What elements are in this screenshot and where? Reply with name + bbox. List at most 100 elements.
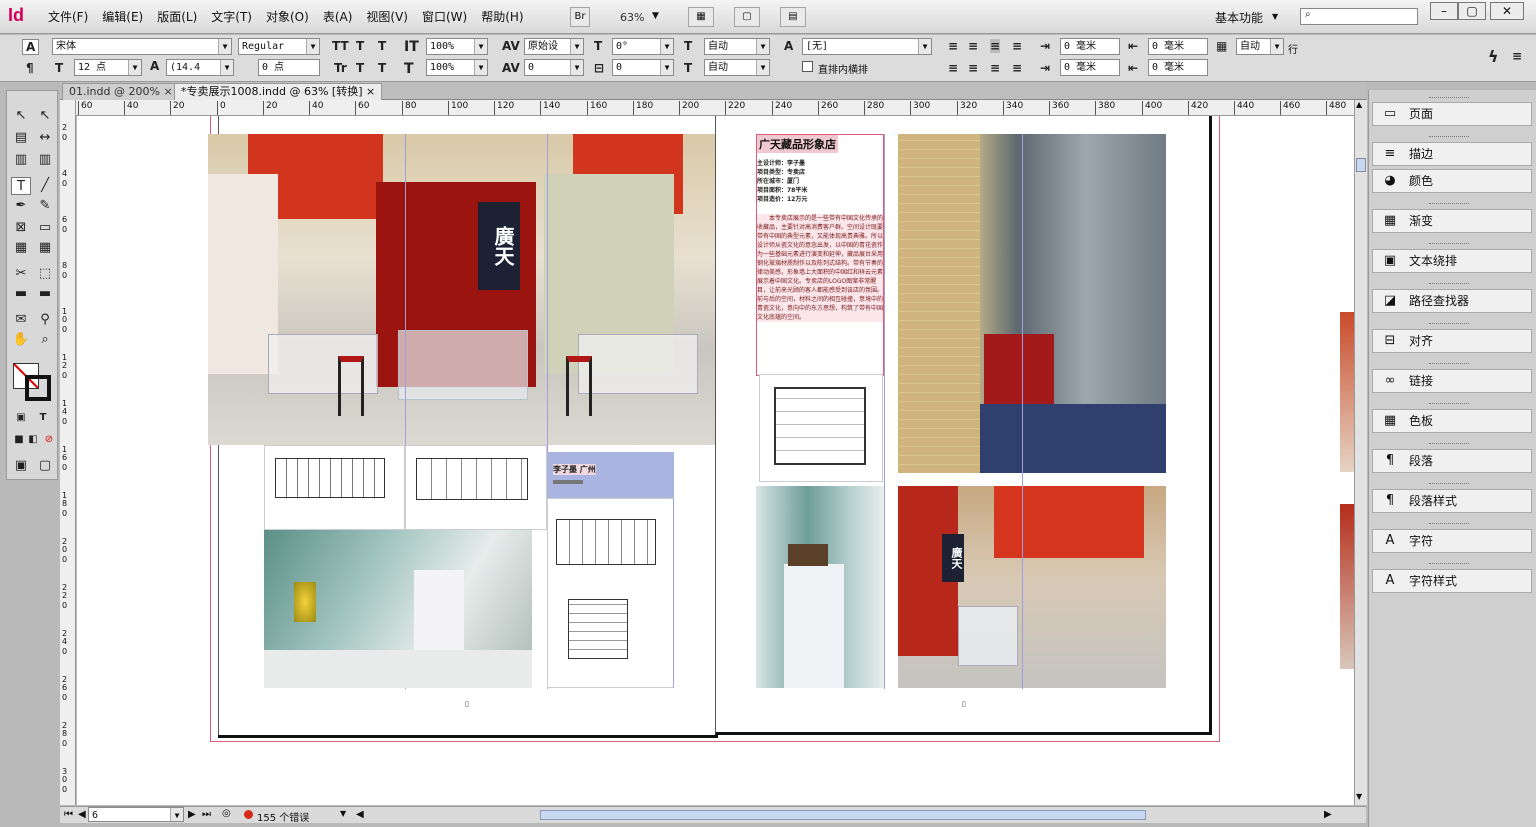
panel-character[interactable]: A 字符: [1372, 529, 1532, 553]
type-tool-icon[interactable]: T: [11, 177, 31, 195]
justify-right-icon[interactable]: ≡: [990, 61, 1000, 75]
subscript-icon[interactable]: T: [356, 61, 364, 75]
kerning-field[interactable]: 原始设 ▼: [524, 38, 584, 55]
superscript-icon[interactable]: T: [356, 39, 364, 53]
hand-tool-icon[interactable]: ✋: [11, 331, 31, 349]
scissors-tool-icon[interactable]: ✂: [11, 265, 31, 283]
lightning-icon[interactable]: ϟ: [1488, 47, 1499, 66]
workspace-switcher[interactable]: 基本功能: [1215, 9, 1263, 26]
scroll-right-icon[interactable]: ▶: [1324, 809, 1332, 820]
align-towards-spine-icon[interactable]: ≡: [1012, 39, 1022, 53]
pencil-tool-icon[interactable]: ✎: [35, 197, 55, 215]
next-page-icon[interactable]: ▶: [188, 809, 196, 820]
formatting-container-icon[interactable]: ▣: [11, 409, 31, 427]
preflight-icon[interactable]: ◎: [222, 808, 231, 819]
menu-window[interactable]: 窗口(W): [422, 8, 467, 25]
skew-field[interactable]: 0° ▼: [612, 38, 674, 55]
close-tab-icon[interactable]: ×: [163, 85, 172, 98]
preflight-menu-icon[interactable]: ▼: [340, 809, 346, 818]
store-interior-photo-main[interactable]: 廣天: [208, 134, 715, 445]
gradient-swatch-tool-icon[interactable]: ▬: [11, 285, 31, 303]
underline-icon[interactable]: T: [378, 39, 386, 53]
panel-pages[interactable]: ▭ 页面: [1372, 102, 1532, 126]
error-count[interactable]: 155 个错误: [257, 809, 309, 824]
align-center-icon[interactable]: ≡: [968, 39, 978, 53]
panel-color[interactable]: ◕ 颜色: [1372, 169, 1532, 193]
panel-paragraph-styles[interactable]: ¶ 段落样式: [1372, 489, 1532, 513]
font-size-field[interactable]: 12 点 ▼: [74, 59, 142, 76]
panel-gradient[interactable]: ▦ 渐变: [1372, 209, 1532, 233]
justify-all-icon[interactable]: ≡: [1012, 61, 1022, 75]
minimize-button[interactable]: –: [1430, 2, 1458, 20]
display-wall-photo[interactable]: [756, 486, 884, 688]
left-indent-field[interactable]: 0 毫米: [1060, 38, 1120, 55]
rotate-field[interactable]: 0 ▼: [612, 59, 674, 76]
panel-pathfinder[interactable]: ◪ 路径查找器: [1372, 289, 1532, 313]
gap-tool-icon[interactable]: ↔: [35, 129, 55, 147]
first-line-indent-field[interactable]: 0 毫米: [1060, 59, 1120, 76]
panel-align[interactable]: ⊟ 对齐: [1372, 329, 1532, 353]
panel-character-styles[interactable]: A 字符样式: [1372, 569, 1532, 593]
preview-mode-icon[interactable]: ▢: [35, 457, 55, 475]
last-line-indent-field[interactable]: 0 毫米: [1148, 59, 1208, 76]
arrange-documents-icon[interactable]: ▤: [780, 7, 806, 27]
bridge-button[interactable]: Br: [570, 7, 590, 27]
content-collector-icon[interactable]: ▥: [11, 151, 31, 169]
scroll-down-icon[interactable]: ▼: [1356, 792, 1362, 801]
zoom-level[interactable]: 63%: [620, 11, 644, 24]
grid-auto-field[interactable]: 自动 ▼: [1236, 38, 1284, 55]
section-drawings[interactable]: [547, 498, 674, 688]
menu-table[interactable]: 表(A): [323, 8, 353, 25]
pen-tool-icon[interactable]: ✒: [11, 197, 31, 215]
horizontal-scale-field[interactable]: 100% ▼: [426, 59, 488, 76]
panel-menu-icon[interactable]: ≡: [1512, 49, 1522, 63]
elevation-drawing-2[interactable]: [405, 445, 547, 530]
store-entrance-photo[interactable]: 廣天: [898, 486, 1166, 688]
scroll-up-icon[interactable]: ▲: [1356, 100, 1362, 109]
gradient-feather-tool-icon[interactable]: ▬: [35, 285, 55, 303]
zoom-tool-icon[interactable]: ⌕: [35, 331, 55, 349]
stroke-swatch[interactable]: [25, 375, 51, 401]
horizontal-grid-tool-icon[interactable]: ▦: [11, 239, 31, 257]
justify-center-icon[interactable]: ≡: [968, 61, 978, 75]
paragraph-mode-button[interactable]: ¶: [26, 61, 34, 75]
panel-swatches[interactable]: ▦ 色板: [1372, 409, 1532, 433]
strikethrough-icon[interactable]: T: [378, 61, 386, 75]
eyedropper-tool-icon[interactable]: ⚲: [35, 311, 55, 329]
vertical-ruler[interactable]: 2 0 4 0 6 0 8 0 10 0 12 0 14 0 16 0 18 0…: [60, 100, 76, 805]
menu-type[interactable]: 文字(T): [211, 8, 252, 25]
page-number-field[interactable]: 6 ▼: [88, 807, 184, 822]
menu-help[interactable]: 帮助(H): [481, 8, 523, 25]
first-page-icon[interactable]: ⏮: [64, 809, 73, 820]
font-family-select[interactable]: 宋体 ▼: [52, 38, 232, 55]
vertical-grid-tool-icon[interactable]: ▦: [35, 239, 55, 257]
line-tool-icon[interactable]: ╱: [35, 177, 55, 195]
tate-chu-yoko-checkbox[interactable]: [802, 61, 813, 72]
menu-edit[interactable]: 编辑(E): [102, 8, 143, 25]
panel-text-wrap[interactable]: ▣ 文本绕排: [1372, 249, 1532, 273]
menu-file[interactable]: 文件(F): [48, 8, 88, 25]
align-left-icon[interactable]: ≡: [948, 39, 958, 53]
rectangle-tool-icon[interactable]: ▭: [35, 219, 55, 237]
note-tool-icon[interactable]: ✉: [11, 311, 31, 329]
project-description[interactable]: 本专卖店展示的是一些带有中国文化传承的收藏品，主要针对高消费客户群。空间设计既要…: [757, 214, 883, 322]
direct-selection-tool-icon[interactable]: ↖: [35, 107, 55, 125]
close-window-button[interactable]: ✕: [1490, 2, 1524, 20]
font-style-select[interactable]: Regular ▼: [238, 38, 320, 55]
selection-tool-icon[interactable]: ↖: [11, 107, 31, 125]
menu-object[interactable]: 对象(O): [266, 8, 309, 25]
align-right-icon[interactable]: ≡: [990, 39, 1001, 53]
view-options-icon[interactable]: ▦: [688, 7, 714, 27]
panel-stroke[interactable]: ≡ 描边: [1372, 142, 1532, 166]
tab-document-1[interactable]: 01.indd @ 200% ×: [62, 83, 180, 100]
elevation-drawing-1[interactable]: [264, 445, 405, 530]
close-tab-icon[interactable]: ×: [366, 85, 375, 98]
scroll-left-icon[interactable]: ◀: [356, 809, 364, 820]
all-caps-icon[interactable]: TT: [332, 39, 349, 53]
project-info[interactable]: 主设计师：李子墨 项目类型：专卖店 所在城市：厦门 项目面积：78平米 项目造价…: [757, 159, 883, 204]
next-spread-photo-2[interactable]: [1340, 504, 1354, 669]
page-tool-icon[interactable]: ▤: [11, 129, 31, 147]
horizontal-scroll-thumb[interactable]: [540, 810, 1146, 820]
rectangle-frame-tool-icon[interactable]: ⊠: [11, 219, 31, 237]
panel-paragraph[interactable]: ¶ 段落: [1372, 449, 1532, 473]
